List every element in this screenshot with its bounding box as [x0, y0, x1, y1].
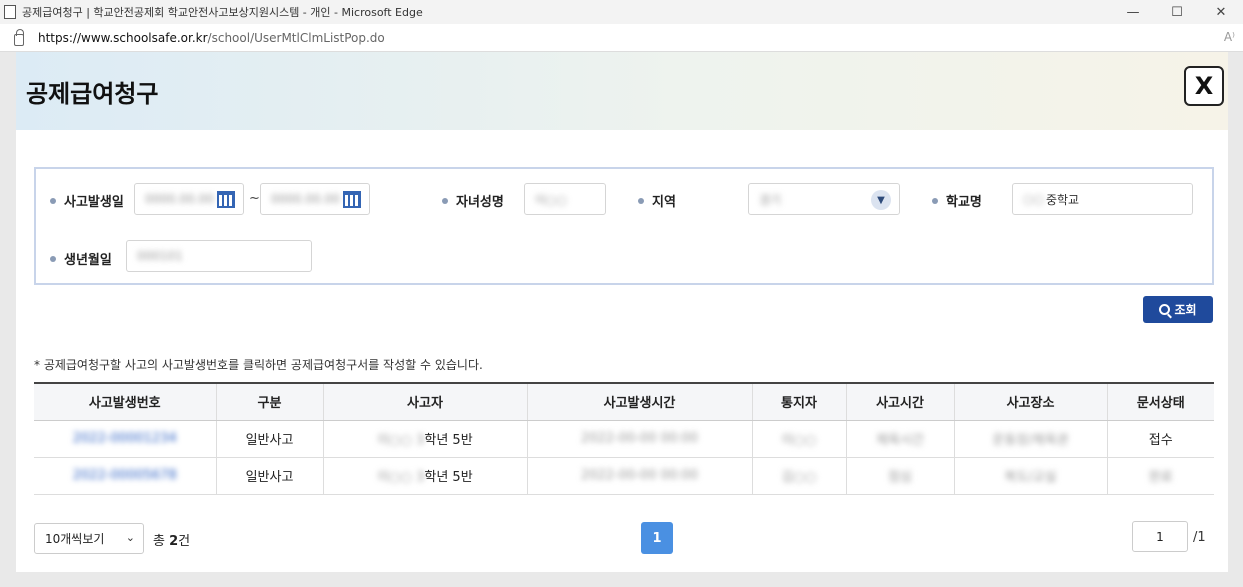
column-header: 사고자 [322, 382, 527, 421]
search-button[interactable]: 조회 [1143, 296, 1213, 323]
window-title: 공제급여청구 | 학교안전공제회 학교안전사고보상지원시스템 - 개인 - Mi… [22, 6, 423, 19]
column-header: 사고시간 [845, 382, 954, 421]
status-cell: 완료 [1106, 457, 1214, 495]
child-name-label: 자녀성명 [442, 191, 504, 210]
popup-header: 공제급여청구 X [16, 52, 1228, 130]
accident-number-link[interactable]: 2022-00001234 [34, 420, 216, 458]
window-titlebar: 공제급여청구 | 학교안전공제회 학교안전사고보상지원시스템 - 개인 - Mi… [0, 0, 1243, 24]
bullet-icon [638, 197, 644, 204]
popup-window: 공제급여청구 X 사고발생일 0000.00.00 ~ 0000.00.00 자… [16, 52, 1228, 572]
region-label: 지역 [638, 191, 676, 210]
table-header-row: 사고발생번호 구분 사고자 사고발생시간 통지자 사고시간 사고장소 문서상태 [34, 382, 1214, 421]
accident-number-link[interactable]: 2022-00005678 [34, 457, 216, 495]
search-panel: 사고발생일 0000.00.00 ~ 0000.00.00 자녀성명 이○○ 지… [34, 167, 1214, 285]
time-cell: 2022-00-00 00:00 [526, 420, 752, 458]
school-name-input[interactable]: ○○ 중학교 [1012, 183, 1193, 215]
url-path: /school/UserMtlClmListPop.do [207, 30, 385, 45]
victim-cell: 이○○ 3학년 5반 [322, 457, 527, 495]
read-aloud-icon[interactable]: A⁾ [1224, 30, 1235, 44]
child-name-input[interactable]: 이○○ [524, 183, 606, 215]
url-host: https://www.schoolsafe.or.kr [38, 30, 208, 45]
region-select[interactable]: 경기 ▼ [748, 183, 900, 215]
type-cell: 일반사고 [215, 457, 323, 495]
bullet-icon [50, 255, 56, 262]
bullet-icon [442, 197, 448, 204]
birth-date-input[interactable]: 000101 [126, 240, 312, 272]
column-header: 사고발생번호 [34, 382, 216, 421]
reporter-cell: 이○○ [751, 420, 846, 458]
birth-date-label: 생년월일 [50, 249, 112, 268]
period-cell: 점심 [845, 457, 954, 495]
column-header: 통지자 [751, 382, 846, 421]
page-number-input[interactable]: 1 [1132, 521, 1188, 552]
page-total: /1 [1193, 530, 1206, 545]
minimize-button[interactable]: — [1111, 5, 1155, 20]
column-header: 사고장소 [953, 382, 1107, 421]
type-cell: 일반사고 [215, 420, 323, 458]
search-icon [1159, 304, 1171, 315]
table-row: 2022-00001234 일반사고 이○○ 3학년 5반 2022-00-00… [34, 420, 1214, 458]
range-separator: ~ [249, 191, 260, 206]
page-button-current[interactable]: 1 [641, 522, 673, 554]
bullet-icon [932, 197, 938, 204]
maximize-button[interactable]: ☐ [1155, 5, 1199, 20]
chevron-down-icon: ▼ [871, 190, 891, 210]
close-button[interactable]: X [1184, 66, 1224, 106]
victim-cell: 이○○ 3학년 5반 [322, 420, 527, 458]
column-header: 문서상태 [1106, 382, 1214, 421]
page-title: 공제급여청구 [26, 80, 159, 108]
place-cell: 복도/교실 [953, 457, 1107, 495]
school-name-label: 학교명 [932, 191, 982, 210]
status-cell: 접수 [1106, 420, 1214, 458]
window-close-button[interactable]: ✕ [1199, 5, 1243, 20]
period-cell: 체육시간 [845, 420, 954, 458]
chevron-down-icon: ⌄ [125, 531, 135, 544]
calendar-icon[interactable] [217, 191, 235, 208]
lock-icon [14, 28, 24, 46]
column-header: 구분 [215, 382, 323, 421]
accident-date-label: 사고발생일 [50, 191, 124, 210]
date-to-input[interactable]: 0000.00.00 [260, 183, 370, 215]
reporter-cell: 김○○ [751, 457, 846, 495]
accident-table: 사고발생번호 구분 사고자 사고발생시간 통지자 사고시간 사고장소 문서상태 … [34, 382, 1214, 495]
page-size-select[interactable]: 10개씩보기 ⌄ [34, 523, 144, 554]
page-icon [4, 5, 16, 19]
bullet-icon [50, 197, 56, 204]
column-header: 사고발생시간 [526, 382, 752, 421]
place-cell: 운동장/체육관 [953, 420, 1107, 458]
date-from-input[interactable]: 0000.00.00 [134, 183, 244, 215]
table-row: 2022-00005678 일반사고 이○○ 3학년 5반 2022-00-00… [34, 457, 1214, 495]
total-count: 총 2건 [153, 534, 191, 549]
notice-text: * 공제급여청구할 사고의 사고발생번호를 클릭하면 공제급여청구서를 작성할 … [34, 358, 483, 372]
address-bar[interactable]: https://www.schoolsafe.or.kr/school/User… [0, 24, 1243, 52]
time-cell: 2022-00-00 00:00 [526, 457, 752, 495]
calendar-icon[interactable] [343, 191, 361, 208]
